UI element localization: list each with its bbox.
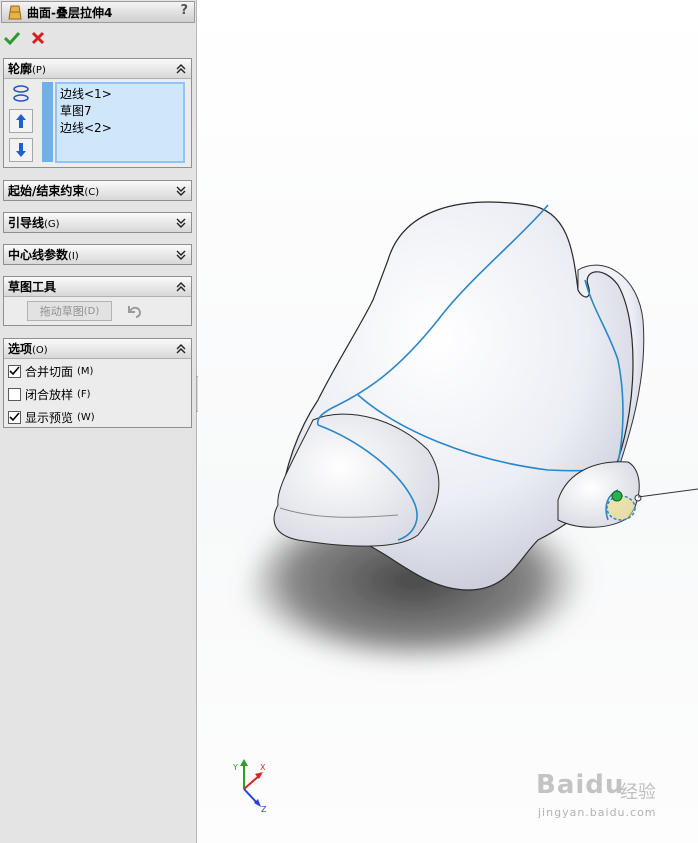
show-preview-checkbox[interactable]: [8, 410, 21, 424]
profile-list[interactable]: 边线<1> 草图7 边线<2>: [55, 82, 185, 163]
axis-triad: Y X Z: [232, 759, 267, 812]
guide-curves-group: 引导线(G): [3, 212, 192, 233]
connector-endpoint: [634, 494, 642, 502]
surface-model[interactable]: [198, 0, 698, 843]
watermark-url: jingyan.baidu.com: [538, 806, 657, 819]
centerline-parameters-group: 中心线参数(I): [3, 244, 192, 265]
drag-sketch-label: 拖动草图: [39, 305, 84, 318]
chevron-up-icon[interactable]: [175, 281, 187, 293]
option-shortcut: (M): [77, 365, 94, 377]
start-end-shortcut: (C): [84, 187, 100, 198]
option-shortcut: (F): [77, 388, 91, 400]
loft-surface-icon: [7, 4, 23, 20]
options-group: 选项(O) 合并切面 (M) 闭合放样 (F) 显示预览 (W): [3, 338, 192, 428]
start-end-constraints-group: 起始/结束约束(C): [3, 180, 192, 201]
drag-sketch-shortcut: (D): [83, 305, 100, 317]
move-up-button[interactable]: [9, 109, 33, 133]
connector-point-icon: [611, 490, 623, 502]
triad-x-label: X: [260, 763, 266, 772]
property-manager: 曲面-叠层拉伸4 ? 轮廓(P) 边线<1> 草图7 边线<2> 起始/结束约束…: [0, 0, 197, 843]
drag-sketch-button[interactable]: 拖动草图 (D): [27, 301, 112, 321]
guide-curves-label: 引导线: [8, 216, 45, 230]
option-shortcut: (W): [77, 411, 95, 423]
baidu-watermark: Baidu 经验 jingyan.baidu.com: [536, 770, 666, 830]
chevron-down-icon[interactable]: [175, 217, 187, 229]
close-icon[interactable]: [30, 30, 46, 46]
sketch-tools-header[interactable]: 草图工具: [4, 277, 191, 296]
start-end-constraints-header[interactable]: 起始/结束约束(C): [4, 181, 191, 200]
options-shortcut: (O): [32, 345, 48, 356]
sketch-tools-label: 草图工具: [8, 280, 57, 294]
chevron-down-icon[interactable]: [175, 185, 187, 197]
option-label: 合并切面: [25, 364, 74, 379]
chevron-up-icon[interactable]: [175, 343, 187, 355]
help-button[interactable]: ?: [180, 3, 188, 18]
sketch-tools-group: 草图工具 拖动草图 (D): [3, 276, 192, 326]
chevron-down-icon[interactable]: [175, 249, 187, 261]
close-loft-option[interactable]: 闭合放样 (F): [8, 385, 91, 403]
move-down-button[interactable]: [9, 138, 33, 162]
connector-line: [637, 488, 698, 498]
watermark-brand: Baidu: [536, 770, 625, 800]
profile-header-shortcut: (P): [32, 65, 46, 76]
show-preview-option[interactable]: 显示预览 (W): [8, 408, 95, 426]
profile-group-header[interactable]: 轮廓(P): [4, 59, 191, 78]
start-end-label: 起始/结束约束: [8, 184, 85, 198]
undo-icon[interactable]: [124, 301, 144, 321]
options-label: 选项: [8, 342, 33, 356]
triad-z-label: Z: [261, 805, 267, 812]
profile-group: 轮廓(P) 边线<1> 草图7 边线<2>: [3, 58, 192, 168]
feature-title-bar: 曲面-叠层拉伸4 ?: [1, 1, 195, 23]
list-item[interactable]: 边线<2>: [60, 120, 180, 137]
ok-cancel-bar: [4, 28, 46, 48]
options-header[interactable]: 选项(O): [4, 339, 191, 358]
guide-curves-shortcut: (G): [44, 219, 60, 230]
list-item[interactable]: 草图7: [60, 103, 180, 120]
merge-tangent-faces-option[interactable]: 合并切面 (M): [8, 362, 93, 380]
option-label: 闭合放样: [25, 387, 74, 402]
triad-y-label: Y: [232, 763, 238, 772]
centerline-label: 中心线参数: [8, 248, 69, 262]
watermark-cn: 经验: [620, 782, 656, 803]
chevron-up-icon[interactable]: [175, 63, 187, 75]
profile-selection-indicator: [42, 82, 53, 162]
guide-curves-header[interactable]: 引导线(G): [4, 213, 191, 232]
graphics-viewport[interactable]: Y X Z Baidu 经验 jingyan.baidu.com: [198, 0, 698, 843]
feature-title: 曲面-叠层拉伸4: [27, 5, 113, 20]
profile-type-icon[interactable]: [9, 82, 33, 106]
list-item[interactable]: 边线<1>: [60, 86, 180, 103]
check-icon[interactable]: [4, 30, 20, 46]
merge-tangent-faces-checkbox[interactable]: [8, 364, 21, 378]
close-loft-checkbox[interactable]: [8, 387, 21, 401]
option-label: 显示预览: [25, 410, 74, 425]
profile-header-label: 轮廓: [8, 62, 33, 76]
centerline-parameters-header[interactable]: 中心线参数(I): [4, 245, 191, 264]
centerline-shortcut: (I): [68, 251, 79, 262]
